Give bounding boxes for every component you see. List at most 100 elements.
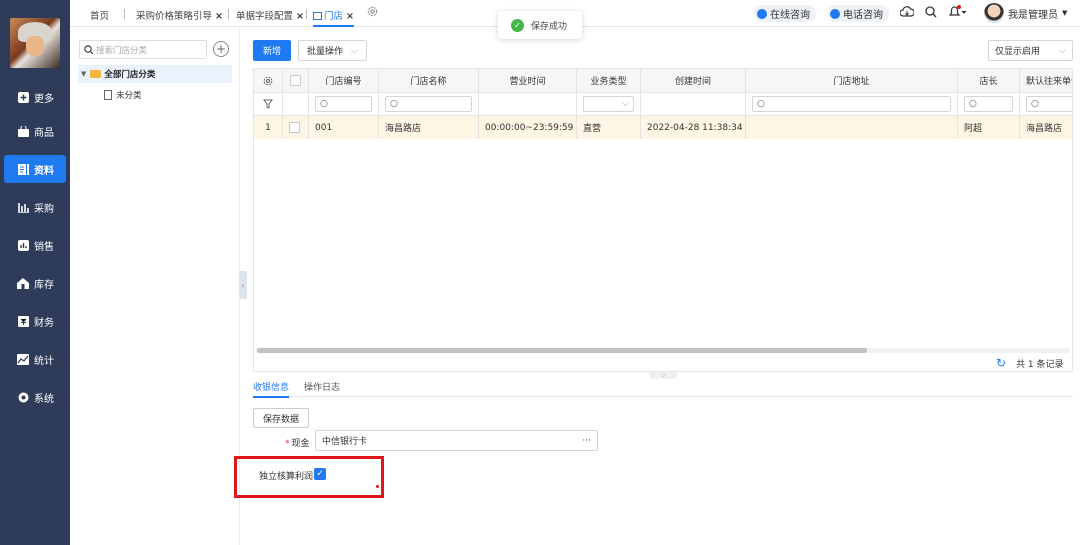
tab-store[interactable]: 门店 × [313,8,354,27]
store-table: 门店编号 门店名称 营业时间 业务类型 创建时间 门店地址 店长 默认往来单位 … [253,68,1073,372]
annotation-dot [376,485,379,488]
stats-icon [17,353,29,365]
document-icon [17,163,29,175]
app-root: 更多 商品 资料 采购 销售 库存 财务 统计 系统 首页 采购价格策略引导 ×… [0,0,1080,545]
tree-node-label: 未分类 [116,91,142,101]
sidebar-item-more[interactable]: 更多 [4,83,66,111]
scrollbar-thumb[interactable] [257,348,867,353]
online-consult-button[interactable]: 在线咨询 [754,5,816,22]
panel-splitter[interactable]: ⌵ [649,371,677,379]
detail-tabs: 收银信息 操作日志 [253,379,1073,398]
tree-node-uncategorized[interactable]: 未分类 [104,86,142,104]
header-created[interactable]: 创建时间 [641,69,746,92]
header-name[interactable]: 门店名称 [379,69,479,92]
sidebar-item-label: 采购 [34,203,54,215]
row-index: 1 [254,116,283,139]
sidebar-item-stats[interactable]: 统计 [4,345,66,373]
bell-icon[interactable] [948,5,968,18]
sidebar-item-label: 资料 [34,165,54,177]
phone-consult-button[interactable]: 电话咨询 [827,5,889,22]
clear-filter-icon[interactable] [254,93,283,115]
cash-account-field[interactable]: 中信银行卡 ··· [315,430,598,451]
filter-address[interactable]: ○ [746,93,958,115]
plus-square-icon [17,91,29,103]
close-icon[interactable]: × [215,11,223,22]
search-icon: ○ [390,99,398,109]
cell-manager: 阿超 [958,116,1020,139]
column-settings-icon[interactable] [254,69,283,92]
required-mark: * [285,439,290,449]
add-category-button[interactable]: + [213,41,229,57]
search-icon: ○ [757,99,765,109]
user-menu[interactable]: 我是管理员 ▼ [984,3,1067,23]
header-type[interactable]: 业务类型 [577,69,641,92]
select-all-checkbox[interactable] [283,69,309,92]
save-data-button[interactable]: 保存数据 [253,408,309,428]
success-toast: ✓ 保存成功 [498,11,582,39]
check-circle-icon: ✓ [511,18,524,32]
bar-chart-icon [17,239,29,251]
close-icon[interactable]: × [346,11,354,22]
cell-type: 直营 [577,116,641,139]
row-checkbox[interactable] [283,116,309,139]
filter-code[interactable]: ○ [309,93,379,115]
bag-icon [17,125,29,137]
filter-partner[interactable]: ○ [1020,93,1072,115]
header-hours[interactable]: 营业时间 [479,69,577,92]
tab-cashier-info[interactable]: 收银信息 [253,380,290,398]
sidebar-item-inventory[interactable]: 库存 [4,269,66,297]
tab-label: 首页 [90,11,110,22]
tab-label: 门店 [324,11,344,22]
cell-address [746,116,958,139]
search-icon[interactable] [925,6,937,18]
filter-type[interactable]: ⌵ [577,93,641,115]
user-avatar-icon [984,3,1004,23]
batch-operation-button[interactable]: 批量操作 ⌵ [298,40,367,61]
table-footer: ↻ 共 1 条记录 [996,356,1064,370]
header-partner[interactable]: 默认往来单位 [1020,69,1072,92]
sidebar-item-label: 统计 [34,355,54,367]
refresh-icon[interactable]: ↻ [996,356,1006,370]
sidebar-item-label: 销售 [34,241,54,253]
tree-node-all[interactable]: ▼ 全部门店分类 [78,65,232,83]
header-manager[interactable]: 店长 [958,69,1020,92]
header-address[interactable]: 门店地址 [746,69,958,92]
sidebar-item-sales[interactable]: 销售 [4,231,66,259]
cell-partner: 海昌路店 [1020,116,1072,139]
cloud-icon[interactable] [900,6,914,18]
tab-operation-log[interactable]: 操作日志 [304,380,340,393]
collapse-panel-handle[interactable]: ‹ [239,271,247,299]
horizontal-scrollbar[interactable] [255,348,1070,353]
user-avatar[interactable] [10,18,60,68]
sidebar-item-data[interactable]: 资料 [4,155,66,183]
tree-node-label: 全部门店分类 [104,70,156,80]
sidebar-item-goods[interactable]: 商品 [4,117,66,145]
filter-name[interactable]: ○ [379,93,479,115]
status-filter-select[interactable]: 仅显示启用 ⌵ [988,40,1073,61]
search-placeholder: 搜索门店分类 [96,45,148,56]
add-button[interactable]: 新增 [253,40,291,61]
tab-purchase-price-guide[interactable]: 采购价格策略引导 × [136,8,223,22]
sidebar-item-finance[interactable]: 财务 [4,307,66,335]
tab-settings-icon[interactable] [367,6,378,20]
cash-field-label: * 现金 [285,436,310,449]
close-icon[interactable]: × [296,11,304,22]
online-consult-label: 在线咨询 [770,10,810,21]
sidebar-item-system[interactable]: 系统 [4,383,66,411]
more-options-icon[interactable]: ··· [582,436,591,446]
cell-created: 2022-04-28 11:38:34 [641,116,746,139]
category-search-input[interactable]: 搜索门店分类 [79,40,207,59]
tab-home[interactable]: 首页 [90,8,109,22]
chevron-down-icon: ⌵ [1059,45,1066,56]
toast-message: 保存成功 [531,21,568,32]
tab-field-config[interactable]: 单据字段配置 × [236,8,304,22]
sidebar-item-purchase[interactable]: 采购 [4,193,66,221]
search-icon: ○ [969,99,977,109]
header-code[interactable]: 门店编号 [309,69,379,92]
filter-blank [283,93,309,115]
filter-manager[interactable]: ○ [958,93,1020,115]
category-panel: 搜索门店分类 + ▼ 全部门店分类 未分类 [70,28,240,545]
table-row[interactable]: 1 001 海昌路店 00:00:00~23:59:59 直营 2022-04-… [254,115,1072,139]
search-icon: ○ [320,99,328,109]
gear-icon [17,392,29,403]
